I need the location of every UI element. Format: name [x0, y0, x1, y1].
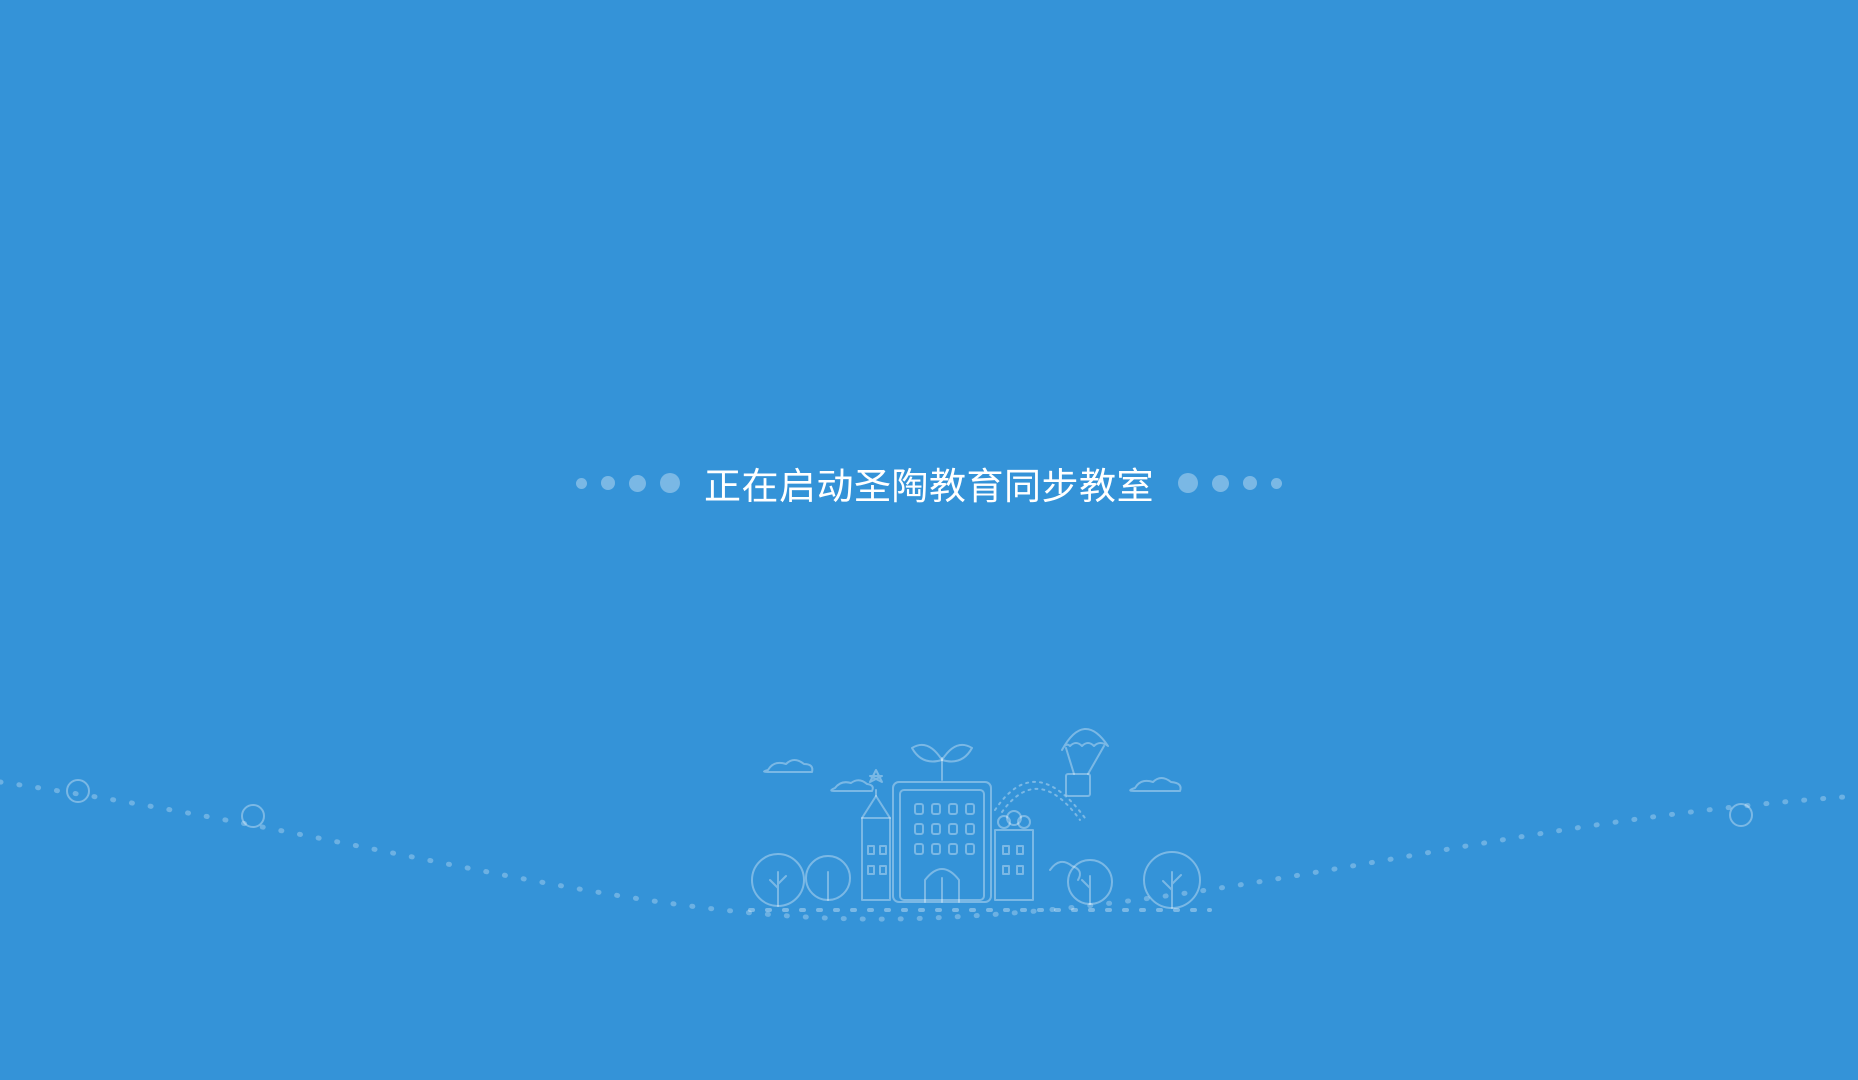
loading-dot	[660, 473, 680, 493]
loading-dot	[629, 474, 646, 492]
loading-dot	[1178, 473, 1198, 493]
loading-dot	[1212, 474, 1229, 492]
loading-status-text: 正在启动圣陶教育同步教室	[704, 465, 1154, 508]
loading-dot	[601, 476, 615, 490]
splash-screen: 正在启动圣陶教育同步教室	[0, 0, 1858, 1080]
loading-dots-left-icon	[576, 473, 680, 493]
loading-dot	[1271, 477, 1282, 489]
loading-dots-right-icon	[1178, 473, 1282, 493]
loading-dot	[576, 477, 587, 489]
loading-indicator: 正在启动圣陶教育同步教室	[0, 455, 1858, 511]
school-building-illustration	[0, 728, 1858, 922]
loading-dot	[1243, 476, 1257, 490]
